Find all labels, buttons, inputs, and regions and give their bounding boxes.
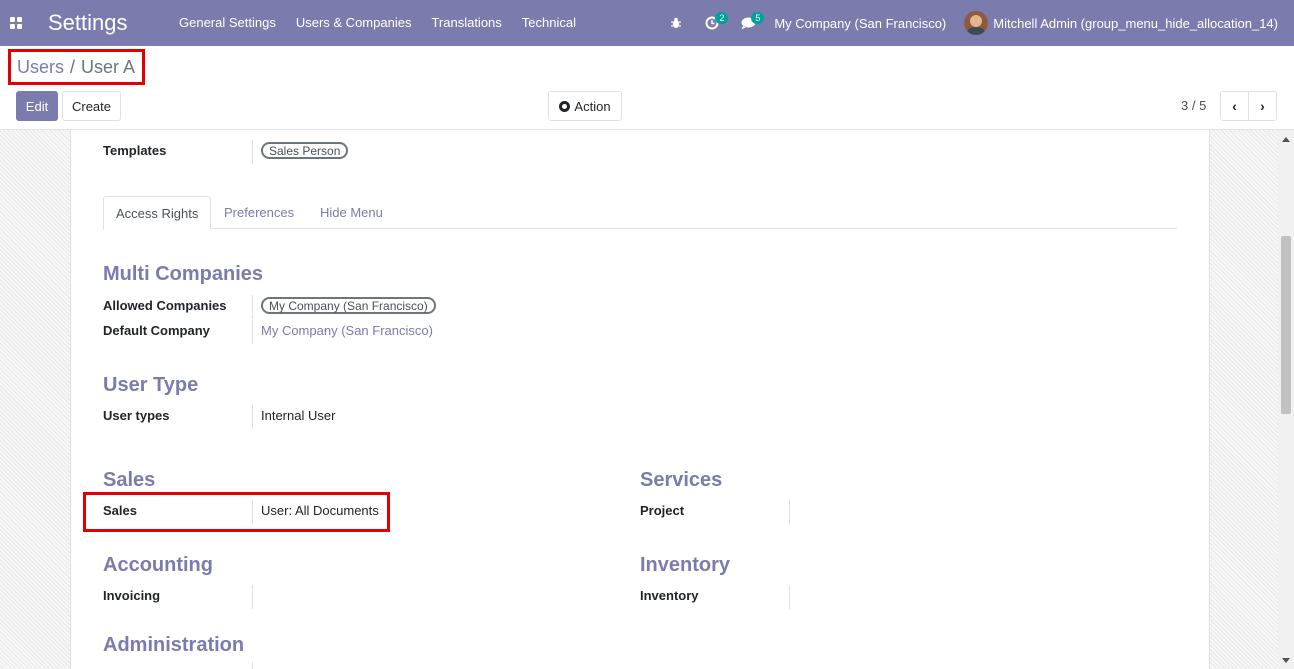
activity-badge: 2 [715,12,729,24]
user-types-label: User types [103,408,170,423]
menu-technical[interactable]: Technical [512,0,586,46]
templates-label: Templates [103,143,167,158]
chevron-right-icon: › [1260,98,1265,114]
scroll-thumb[interactable] [1281,236,1291,414]
form-view: Templates Sales Person Access Rights Pre… [0,130,1294,669]
field-divider [252,585,253,609]
action-button[interactable]: Action [548,91,622,121]
notebook-tabs: Access Rights Preferences Hide Menu [103,196,1177,230]
default-company-link[interactable]: My Company (San Francisco) [261,323,433,338]
scroll-up-arrow-icon[interactable] [1282,137,1290,142]
menu-translations[interactable]: Translations [421,0,511,46]
sales-value[interactable]: User: All Documents [261,503,379,518]
create-button[interactable]: Create [62,91,121,121]
section-title-inventory: Inventory [640,554,731,576]
activity-clock-icon[interactable]: 2 [694,0,730,46]
pager-value[interactable]: 3 / 5 [1181,98,1206,113]
top-navbar: Settings General Settings Users & Compan… [0,0,1294,46]
company-switcher[interactable]: My Company (San Francisco) [774,16,946,31]
main-menu: General Settings Users & Companies Trans… [169,0,586,46]
breadcrumb-separator: / [70,56,76,77]
pager-next-button[interactable]: › [1248,91,1277,121]
scroll-down-arrow-icon[interactable] [1282,658,1290,663]
edit-button[interactable]: Edit [16,91,58,121]
section-title-accounting: Accounting [103,554,213,576]
field-divider [252,500,253,524]
templates-tag[interactable]: Sales Person [261,142,349,159]
control-panel: Users / User A Edit Create Action 3 / 5 … [0,46,1294,130]
avatar [964,11,989,35]
field-divider [252,662,253,669]
field-divider [789,500,790,524]
invoicing-label: Invoicing [103,588,161,603]
section-title-user-type: User Type [103,374,199,396]
tab-hide-menu[interactable]: Hide Menu [308,196,395,229]
field-divider [252,320,253,344]
user-types-value[interactable]: Internal User [261,408,335,423]
default-company-label: Default Company [103,323,210,338]
section-title-sales: Sales [103,469,156,491]
tab-preferences[interactable]: Preferences [212,196,306,229]
sales-label: Sales [103,503,137,518]
field-divider [252,140,253,164]
user-menu[interactable]: Mitchell Admin (group_menu_hide_allocati… [964,11,1278,35]
messages-badge: 5 [751,12,765,24]
menu-general-settings[interactable]: General Settings [169,0,286,46]
chevron-left-icon: ‹ [1232,98,1237,114]
section-title-administration: Administration [103,634,245,656]
breadcrumb-current: User A [81,56,136,77]
breadcrumb: Users / User A [8,49,145,85]
section-title-multi-companies: Multi Companies [103,263,264,285]
field-divider [789,585,790,609]
inventory-label: Inventory [640,588,699,603]
allowed-companies-label: Allowed Companies [103,298,227,313]
pager-previous-button[interactable]: ‹ [1220,91,1249,121]
tab-access-rights[interactable]: Access Rights [103,196,212,230]
user-name: Mitchell Admin (group_menu_hide_allocati… [993,15,1278,31]
section-title-services: Services [640,469,723,491]
debug-icon[interactable] [658,0,694,46]
apps-menu-icon[interactable] [0,0,32,46]
field-divider [252,295,253,319]
vertical-scrollbar[interactable] [1278,130,1294,669]
messages-chat-icon[interactable]: 5 [730,0,766,46]
form-sheet: Templates Sales Person Access Rights Pre… [70,130,1210,669]
project-label: Project [640,503,685,518]
allowed-companies-tag[interactable]: My Company (San Francisco) [261,297,436,314]
gear-icon [559,100,571,112]
field-divider [252,405,253,429]
action-label: Action [574,98,611,114]
menu-users-companies[interactable]: Users & Companies [286,0,422,46]
breadcrumb-users-link[interactable]: Users [17,57,64,78]
app-title[interactable]: Settings [48,10,169,36]
